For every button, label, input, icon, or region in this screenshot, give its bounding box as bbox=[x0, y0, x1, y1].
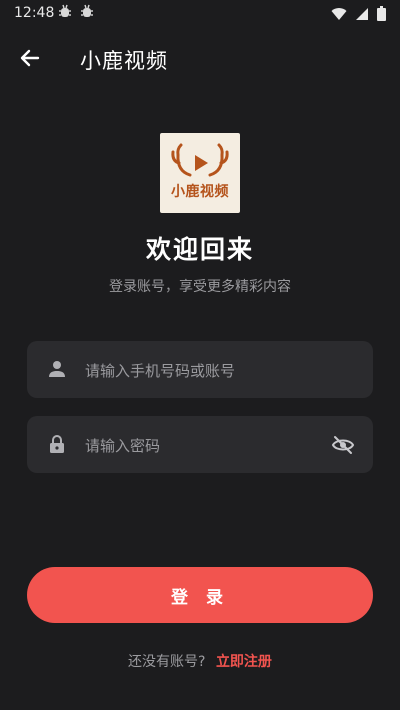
bug-icon bbox=[59, 4, 71, 17]
status-time: 12:48 bbox=[14, 5, 55, 21]
deer-antler-play-logo bbox=[171, 143, 229, 177]
password-input[interactable] bbox=[83, 416, 337, 475]
status-icons bbox=[331, 6, 386, 21]
welcome-subtitle: 登录账号，享受更多精彩内容 bbox=[109, 279, 291, 295]
login-button[interactable]: 登 录 bbox=[27, 567, 373, 623]
lock-icon bbox=[50, 435, 64, 453]
user-icon bbox=[49, 361, 65, 377]
password-field[interactable] bbox=[27, 416, 373, 475]
register-prompt: 还没有账号? bbox=[128, 654, 206, 670]
register-link[interactable]: 立即注册 bbox=[216, 654, 272, 670]
account-input[interactable] bbox=[83, 341, 337, 400]
status-bar: 12:48 bbox=[0, 0, 400, 28]
register-row: 还没有账号? 立即注册 bbox=[0, 651, 400, 671]
bug-icon bbox=[81, 4, 93, 17]
welcome-title: 欢迎回来 bbox=[145, 235, 254, 264]
wifi-icon bbox=[331, 7, 347, 20]
app-logo: 小鹿视频 bbox=[160, 133, 240, 213]
top-bar: 小鹿视频 bbox=[0, 36, 400, 80]
eye-off-icon[interactable] bbox=[331, 433, 355, 457]
account-field[interactable] bbox=[27, 341, 373, 400]
battery-icon bbox=[377, 6, 386, 21]
logo-text: 小鹿视频 bbox=[171, 184, 229, 200]
back-arrow-icon[interactable] bbox=[14, 42, 46, 74]
page-title: 小鹿视频 bbox=[80, 49, 168, 73]
cellular-signal-icon bbox=[356, 7, 368, 20]
